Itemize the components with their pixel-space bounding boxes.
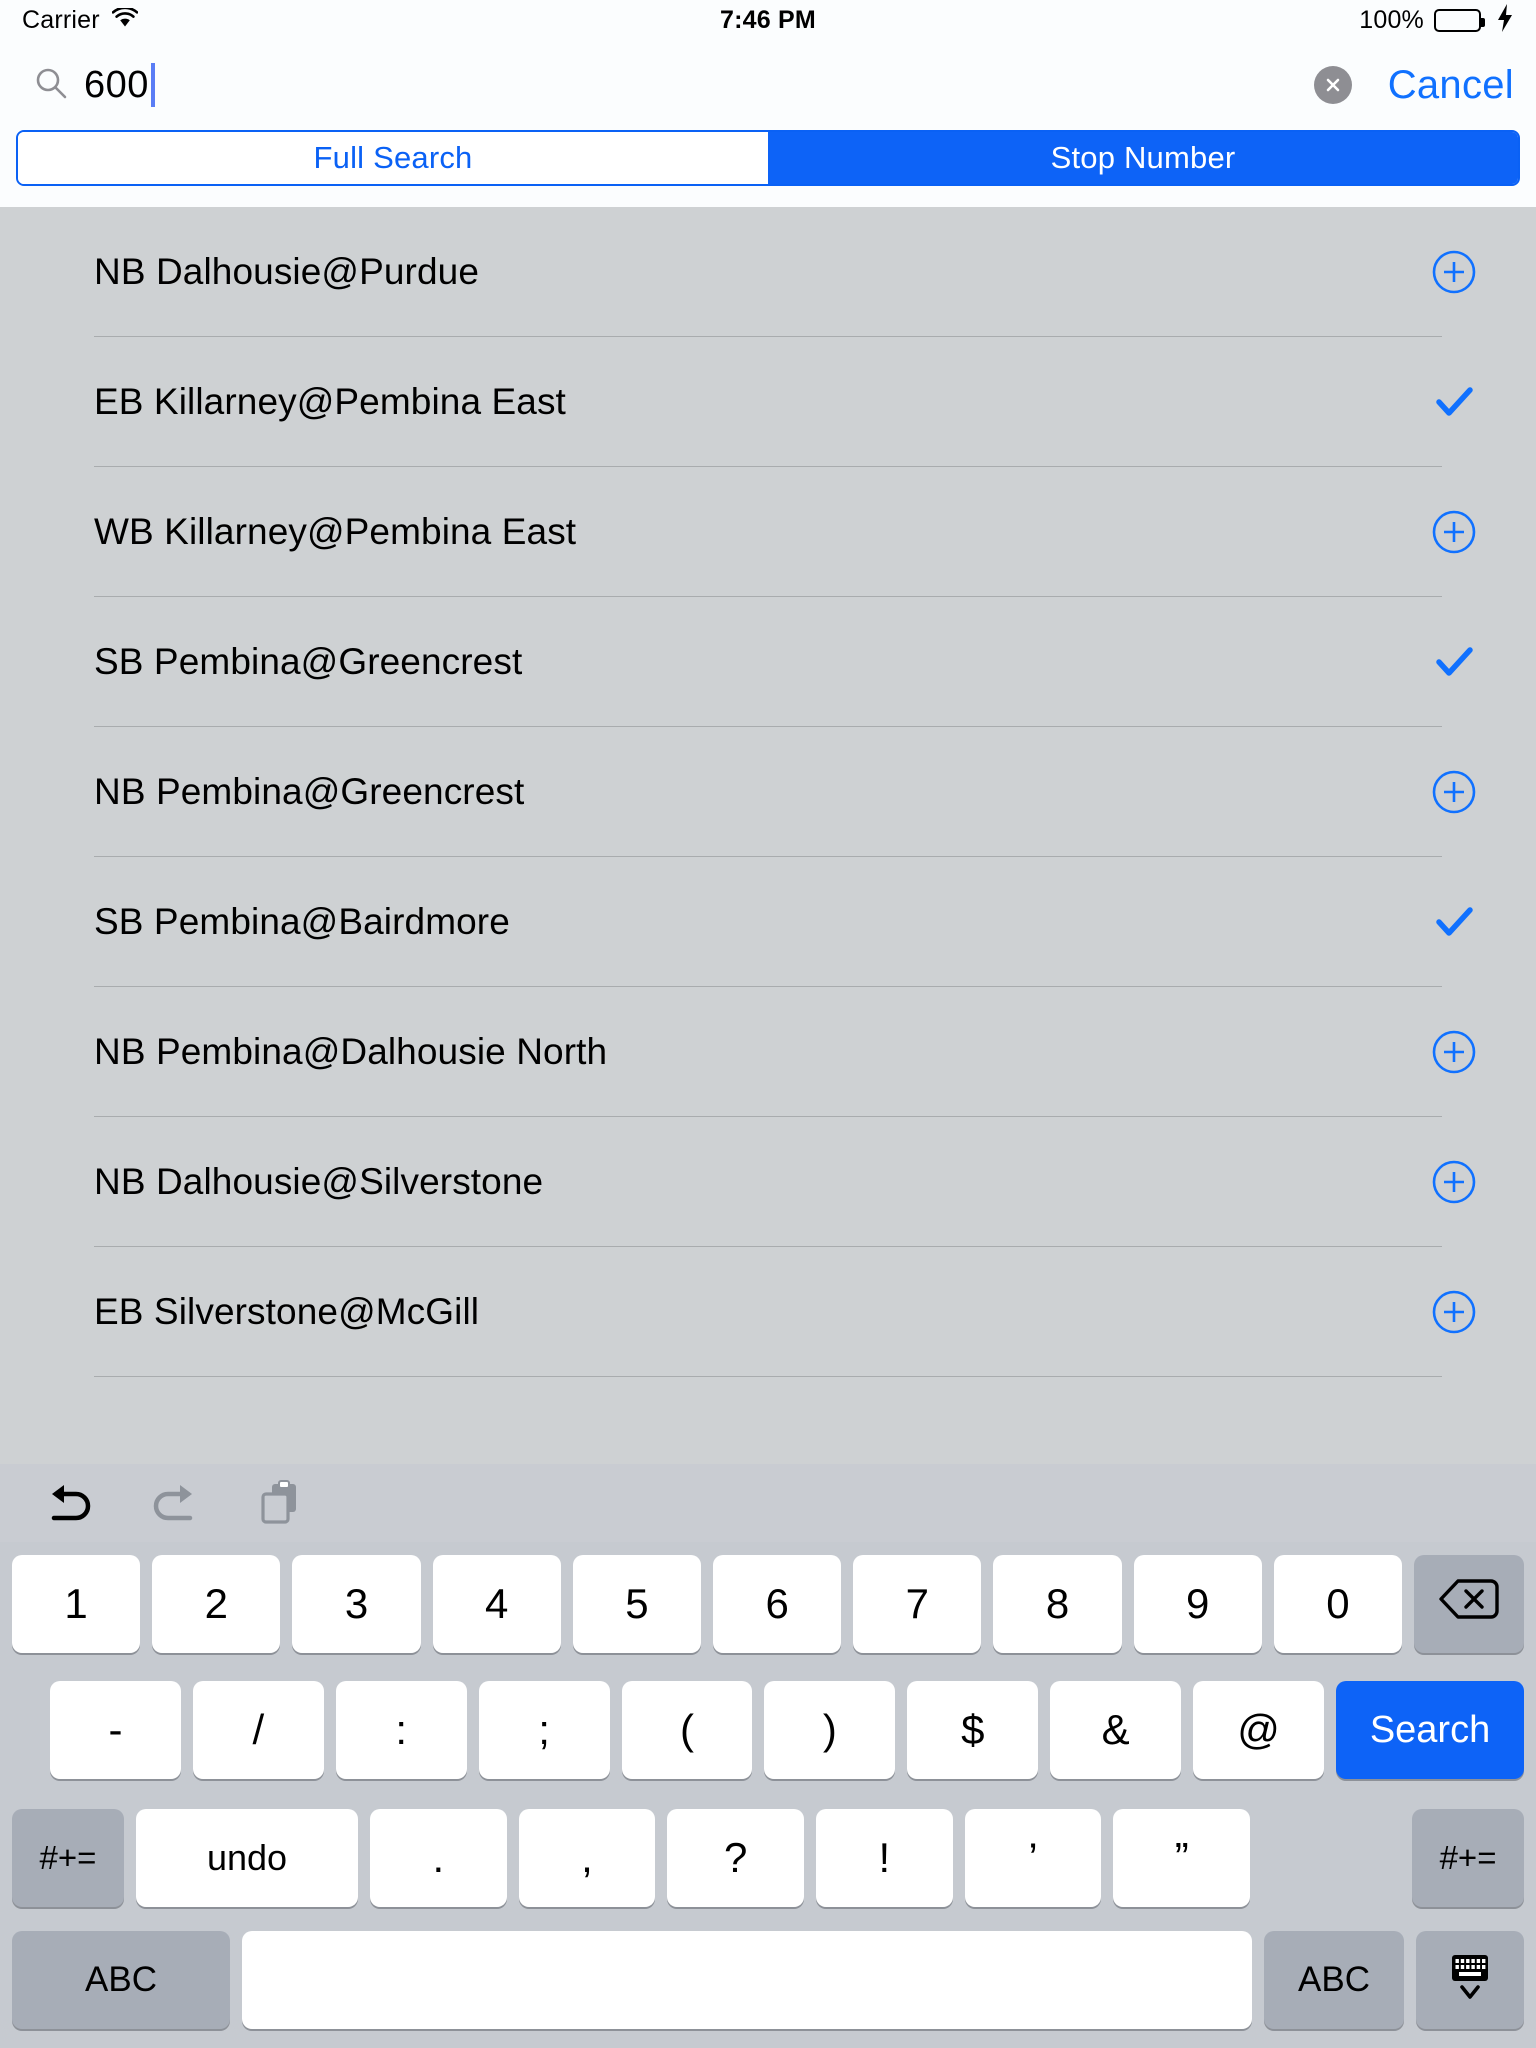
key-at[interactable]: @ <box>1193 1681 1325 1779</box>
key-8[interactable]: 8 <box>993 1555 1122 1653</box>
wifi-icon <box>111 6 139 35</box>
redo-icon <box>148 1476 202 1530</box>
row-label: NB Dalhousie@Silverstone <box>94 1161 544 1202</box>
row-label: SB Pembina@Greencrest <box>94 641 523 682</box>
key-semicolon[interactable]: ; <box>478 1681 610 1779</box>
status-bar: Carrier 7:46 PM 100% <box>0 0 1536 40</box>
key-ampersand[interactable]: & <box>1050 1681 1182 1779</box>
keyboard-row-numbers: 1 2 3 4 5 6 7 8 9 0 <box>0 1542 1536 1666</box>
key-0[interactable]: 0 <box>1273 1555 1403 1653</box>
row-separator <box>94 1376 1442 1377</box>
text-caret <box>150 63 155 107</box>
key-1[interactable]: 1 <box>12 1555 141 1653</box>
row-label: NB Pembina@Dalhousie North <box>94 1031 608 1072</box>
segment-full-search[interactable]: Full Search <box>18 132 768 184</box>
row-label: EB Killarney@Pembina East <box>94 381 566 422</box>
search-input-value: 600 <box>84 63 155 107</box>
key-4[interactable]: 4 <box>432 1555 561 1653</box>
key-3[interactable]: 3 <box>292 1555 421 1653</box>
on-screen-keyboard: 1 2 3 4 5 6 7 8 9 0 - /: ; () $ & @ Se… <box>0 1464 1536 2048</box>
cancel-button[interactable]: Cancel <box>1388 63 1514 108</box>
row-label: NB Pembina@Greencrest <box>94 771 525 812</box>
backspace-key[interactable] <box>1414 1555 1525 1653</box>
paste-clipboard-icon <box>254 1476 308 1530</box>
key-colon[interactable]: : <box>335 1681 467 1779</box>
lightning-bolt-icon <box>1496 4 1514 36</box>
search-input[interactable]: 600 <box>34 55 1314 115</box>
table-row[interactable]: NB Pembina@Greencrest <box>0 727 1536 857</box>
table-row[interactable]: NB Dalhousie@Purdue <box>0 207 1536 337</box>
keyboard-toolbar <box>0 1464 1536 1542</box>
key-hyphen[interactable]: - <box>50 1681 181 1779</box>
checkmark-icon[interactable] <box>1428 376 1480 428</box>
key-undo[interactable]: undo <box>136 1809 358 1907</box>
keyboard-row-bottom: ABC ABC <box>0 1922 1536 2048</box>
row-label: EB Silverstone@McGill <box>94 1291 480 1332</box>
app-root: Carrier 7:46 PM 100% 600 Cancel Full Sea… <box>0 0 1536 2048</box>
add-circle-icon[interactable] <box>1428 766 1480 818</box>
abc-key-left[interactable]: ABC <box>12 1931 230 2029</box>
add-circle-icon[interactable] <box>1428 246 1480 298</box>
row-label: WB Killarney@Pembina East <box>94 511 577 552</box>
table-row[interactable]: WB Killarney@Pembina East <box>0 467 1536 597</box>
status-bar-right: 100% <box>1359 4 1514 36</box>
key-5[interactable]: 5 <box>572 1555 702 1653</box>
status-bar-time: 7:46 PM <box>720 5 816 34</box>
keyboard-row-symbols-2: #+= undo . , ? ! ’ ” #+= <box>0 1794 1536 1922</box>
key-comma[interactable]: , <box>518 1809 656 1907</box>
hide-keyboard-key[interactable] <box>1416 1931 1524 2029</box>
key-6[interactable]: 6 <box>713 1555 842 1653</box>
key-quote[interactable]: ” <box>1113 1809 1251 1907</box>
clear-circle-x-icon[interactable] <box>1313 66 1352 104</box>
symbols-shift-key-left[interactable]: #+= <box>12 1809 124 1907</box>
row-label: SB Pembina@Bairdmore <box>94 901 510 942</box>
table-row[interactable]: NB Pembina@Dalhousie North <box>0 987 1536 1117</box>
key-7[interactable]: 7 <box>853 1555 982 1653</box>
table-row[interactable]: SB Pembina@Greencrest <box>0 597 1536 727</box>
status-bar-left: Carrier <box>22 5 139 35</box>
key-question[interactable]: ? <box>667 1809 805 1907</box>
add-circle-icon[interactable] <box>1428 506 1480 558</box>
search-bar: 600 Cancel <box>0 40 1536 130</box>
checkmark-icon[interactable] <box>1428 896 1480 948</box>
key-period[interactable]: . <box>370 1809 507 1907</box>
delete-backward-icon <box>1438 1577 1500 1631</box>
key-exclamation[interactable]: ! <box>816 1809 953 1907</box>
add-circle-icon[interactable] <box>1428 1286 1480 1338</box>
key-apostrophe[interactable]: ’ <box>964 1809 1102 1907</box>
carrier-label: Carrier <box>22 5 100 34</box>
space-key[interactable] <box>242 1931 1252 2029</box>
battery-full-icon <box>1434 8 1485 32</box>
table-row[interactable]: SB Pembina@Bairdmore <box>0 857 1536 987</box>
segmented-control[interactable]: Full Search Stop Number <box>16 130 1520 186</box>
search-return-key[interactable]: Search <box>1336 1681 1525 1779</box>
stop-results-list[interactable]: NB Dalhousie@Purdue EB Killarney@Pembina… <box>0 207 1536 1464</box>
search-magnifier-icon <box>34 66 68 105</box>
keyboard-row-symbols-1: - / : ; ( ) $ & @ Search <box>0 1666 1536 1794</box>
table-row[interactable]: EB Killarney@Pembina East <box>0 337 1536 467</box>
undo-icon[interactable] <box>42 1476 96 1530</box>
symbols-shift-key-right[interactable]: #+= <box>1412 1809 1525 1907</box>
add-circle-icon[interactable] <box>1428 1026 1480 1078</box>
table-row[interactable]: EB Silverstone@McGill <box>0 1247 1536 1377</box>
hide-keyboard-icon <box>1442 1947 1498 2013</box>
search-value-text: 600 <box>84 63 149 106</box>
key-paren-close[interactable]: ) <box>764 1681 896 1779</box>
key-paren-open[interactable]: ( <box>621 1681 753 1779</box>
segmented-control-container: Full Search Stop Number <box>0 130 1536 207</box>
key-2[interactable]: 2 <box>152 1555 281 1653</box>
key-dollar[interactable]: $ <box>907 1681 1039 1779</box>
add-circle-icon[interactable] <box>1428 1156 1480 1208</box>
key-slash[interactable]: / <box>192 1681 324 1779</box>
checkmark-icon[interactable] <box>1428 636 1480 688</box>
segment-stop-number[interactable]: Stop Number <box>768 132 1518 184</box>
key-9[interactable]: 9 <box>1133 1555 1262 1653</box>
table-row[interactable]: NB Dalhousie@Silverstone <box>0 1117 1536 1247</box>
abc-key-right[interactable]: ABC <box>1264 1931 1404 2029</box>
row-label: NB Dalhousie@Purdue <box>94 251 479 292</box>
battery-percent-label: 100% <box>1359 5 1424 34</box>
